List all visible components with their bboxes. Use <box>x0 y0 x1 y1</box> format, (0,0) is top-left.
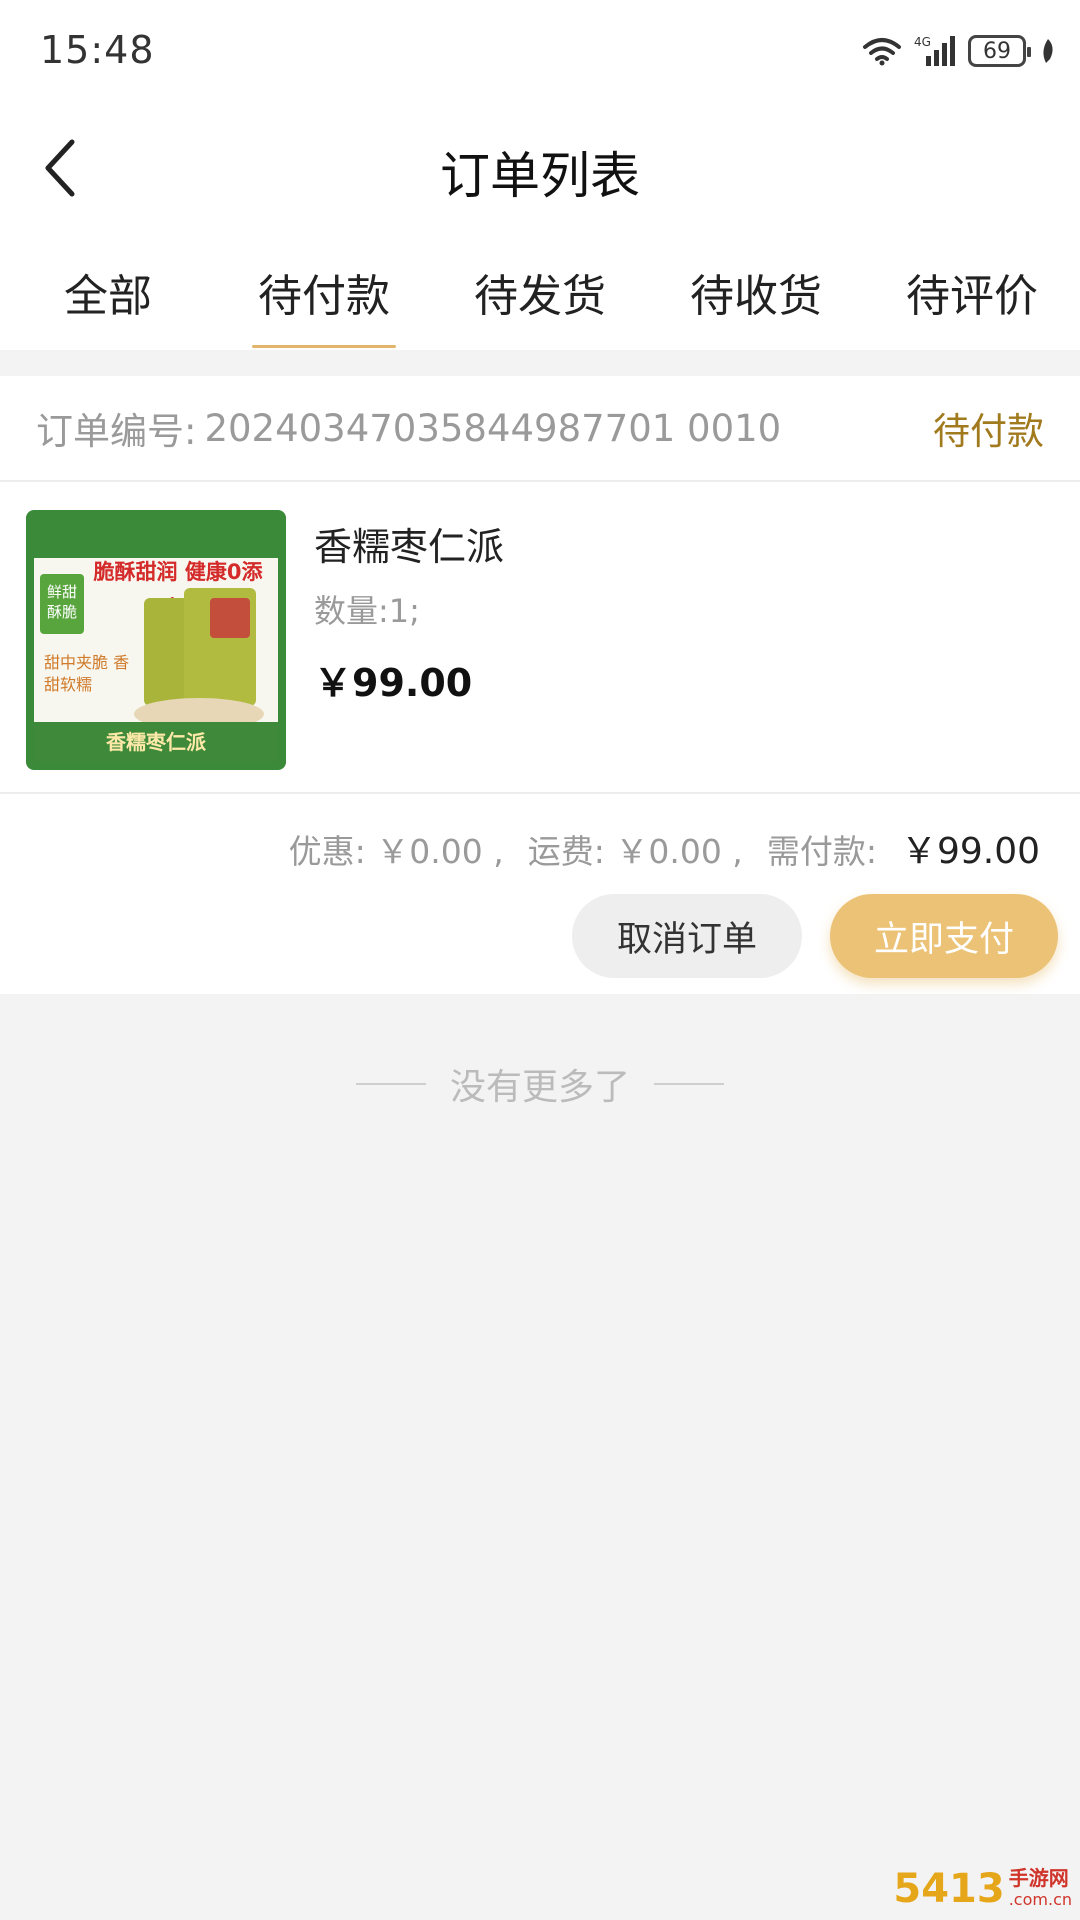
product-image[interactable]: 脆酥甜润 健康0添加 鲜甜酥脆 甜中夹脆 香甜软糯 香糯枣仁派 <box>26 510 286 770</box>
watermark-url: .com.cn <box>1008 1890 1072 1909</box>
order-status: 待付款 <box>933 410 1044 453</box>
tab-pending-review[interactable]: 待评价 <box>864 230 1080 350</box>
due-label: 需付款: <box>766 832 877 871</box>
due-amount: ￥99.00 <box>900 831 1040 872</box>
tab-pending-receipt[interactable]: 待收货 <box>648 230 864 350</box>
product-name: 香糯枣仁派 <box>314 525 505 569</box>
product-image-banner: 脆酥甜润 健康0添加 <box>93 560 263 620</box>
divider-left <box>355 1083 426 1085</box>
product-row[interactable]: 脆酥甜润 健康0添加 鲜甜酥脆 甜中夹脆 香甜软糯 香糯枣仁派 香糯枣仁派 数量… <box>0 482 1080 794</box>
page-title: 订单列表 <box>440 147 640 205</box>
divider-right <box>654 1083 724 1085</box>
product-quantity: 数量:1; <box>314 592 420 630</box>
order-card: 订单编号: 20240347035844987701 0010 待付款 脆酥甜润… <box>0 376 1080 994</box>
tab-pending-shipment[interactable]: 待发货 <box>432 230 648 350</box>
order-number: 20240347035844987701 0010 <box>204 406 782 450</box>
order-actions: 取消订单 立即支付 <box>0 894 1080 994</box>
signal-icon: 4G <box>914 35 955 66</box>
product-price: ￥99.00 <box>314 661 473 705</box>
battery-level: 69 <box>983 38 1011 64</box>
svg-text:4G: 4G <box>914 35 931 49</box>
leaf-icon <box>1043 39 1053 63</box>
product-image-subtitle: 甜中夹脆 香甜软糯 <box>44 653 130 694</box>
cancel-order-button[interactable]: 取消订单 <box>572 894 802 978</box>
status-time: 15:48 <box>40 28 155 72</box>
end-of-list: 没有更多了 <box>0 1058 1080 1110</box>
product-image-body: 脆酥甜润 健康0添加 鲜甜酥脆 甜中夹脆 香甜软糯 香糯枣仁派 <box>34 518 278 762</box>
watermark: 5413 手游网 .com.cn <box>893 1866 1072 1912</box>
end-text: 没有更多了 <box>449 1067 630 1108</box>
tab-all[interactable]: 全部 <box>0 230 216 350</box>
shipping-text: 运费: ￥0.00 , <box>527 832 743 871</box>
wifi-icon <box>863 38 901 66</box>
order-header: 订单编号: 20240347035844987701 0010 待付款 <box>0 376 1080 482</box>
watermark-cn: 手游网 <box>1008 1866 1069 1890</box>
order-number-label: 订单编号: <box>36 410 197 453</box>
status-bar: 15:48 4G 69 <box>0 0 1080 100</box>
watermark-text: 手游网 .com.cn <box>1009 1867 1072 1911</box>
order-summary: 优惠: ￥0.00 , 运费: ￥0.00 , 需付款: ￥99.00 <box>0 794 1080 894</box>
product-image-footer: 香糯枣仁派 <box>34 722 278 762</box>
product-image-top <box>34 518 278 558</box>
tab-pending-payment[interactable]: 待付款 <box>216 230 432 350</box>
product-bag-right <box>184 588 256 706</box>
watermark-logo: 5413 <box>893 1866 1005 1912</box>
discount-text: 优惠: ￥0.00 , <box>288 832 504 871</box>
summary-line: 优惠: ￥0.00 , 运费: ￥0.00 , 需付款: ￥99.00 <box>289 822 1040 874</box>
pay-now-button[interactable]: 立即支付 <box>830 894 1058 978</box>
product-image-tag: 鲜甜酥脆 <box>40 574 84 634</box>
order-tabs: 全部 待付款 待发货 待收货 待评价 <box>0 230 1080 350</box>
status-icons: 4G 69 <box>862 30 1058 72</box>
nav-bar: 订单列表 <box>0 100 1080 230</box>
battery-icon: 69 <box>968 35 1031 67</box>
